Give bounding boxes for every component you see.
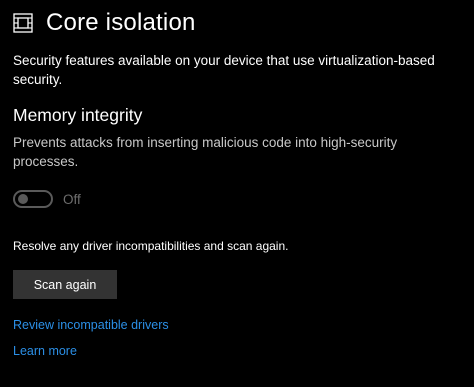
- memory-integrity-toggle-row: Off: [13, 190, 81, 208]
- review-incompatible-drivers-link[interactable]: Review incompatible drivers: [13, 317, 169, 333]
- chip-icon: [12, 12, 34, 34]
- resolve-instructions: Resolve any driver incompatibilities and…: [13, 239, 289, 253]
- toggle-knob: [18, 194, 28, 204]
- memory-integrity-heading: Memory integrity: [13, 105, 143, 125]
- memory-integrity-toggle[interactable]: [13, 190, 53, 208]
- memory-integrity-description: Prevents attacks from inserting maliciou…: [13, 135, 398, 169]
- toggle-state-label: Off: [63, 191, 81, 207]
- page-description: Security features available on your devi…: [13, 53, 435, 87]
- core-isolation-page: Core isolation Security features availab…: [0, 0, 474, 387]
- page-title: Core isolation: [46, 9, 196, 36]
- scan-again-button[interactable]: Scan again: [13, 270, 117, 299]
- page-header: Core isolation: [12, 8, 196, 38]
- learn-more-link[interactable]: Learn more: [13, 343, 77, 359]
